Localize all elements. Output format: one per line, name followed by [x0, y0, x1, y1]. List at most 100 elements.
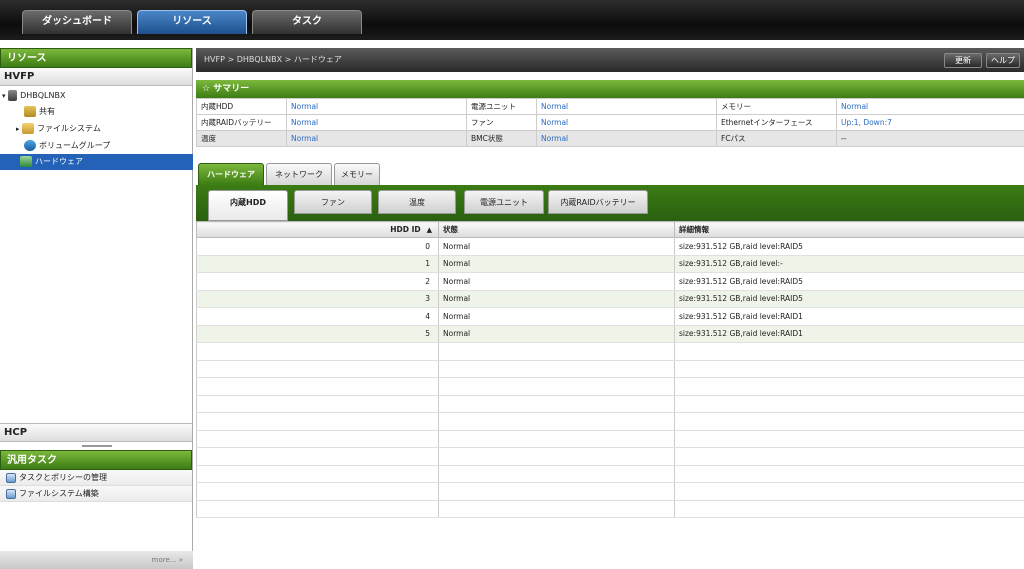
summary-key: メモリー: [716, 98, 837, 115]
tree-node-hardware[interactable]: ハードウェア: [0, 154, 193, 170]
sort-ascending-icon: ▲: [426, 226, 432, 234]
hardware-icon: [20, 156, 32, 167]
tab-network[interactable]: ネットワーク: [266, 163, 332, 185]
general-tasks-title: 汎用タスク: [0, 450, 192, 470]
collapse-arrow-icon[interactable]: ▾: [2, 92, 6, 100]
tree-node-server[interactable]: ▾ DHBQLNBX: [2, 88, 65, 104]
left-panel: リソース HVFP ▾ DHBQLNBX 共有 ▸ ファイルシステム ボリューム…: [0, 48, 193, 569]
hvfp-section-header[interactable]: HVFP: [0, 68, 192, 86]
summary-key: FCパス: [716, 130, 837, 147]
more-link[interactable]: more... »: [0, 551, 193, 569]
hardware-subtabs: 内蔵HDD ファン 温度 電源ユニット 内蔵RAIDバッテリー: [196, 185, 1024, 221]
details-cell: size:931.512 GB,raid level:-: [674, 255, 1024, 273]
details-cell: size:931.512 GB,raid level:RAID1: [674, 307, 1024, 326]
general-tasks-list: タスクとポリシーの管理 ファイルシステム構築: [0, 470, 192, 558]
empty-row: [196, 465, 1024, 483]
tree-node-share-label: 共有: [39, 107, 55, 116]
details-cell: size:931.512 GB,raid level:RAID5: [674, 272, 1024, 291]
status-cell: Normal: [438, 255, 675, 273]
empty-row: [196, 482, 1024, 501]
share-folder-icon: [24, 106, 36, 117]
breadcrumb-bar: HVFP > DHBQLNBX > ハードウェア 更新 ヘルプ: [196, 48, 1024, 72]
hdd-id-cell: 2: [196, 272, 439, 291]
table-row[interactable]: 4 Normal size:931.512 GB,raid level:RAID…: [196, 307, 1024, 326]
empty-row: [196, 360, 1024, 378]
hdd-table: HDD ID ▲ 状態 詳細情報 0 Normal size:931.512 GB…: [196, 221, 1024, 518]
subtab-fan[interactable]: ファン: [294, 190, 372, 214]
server-icon: [8, 90, 18, 101]
subtab-raid-battery[interactable]: 内蔵RAIDバッテリー: [548, 190, 648, 214]
summary-value[interactable]: Normal: [286, 98, 467, 115]
column-header-status[interactable]: 状態: [438, 221, 675, 238]
tab-tasks[interactable]: タスク: [252, 10, 362, 34]
details-cell: size:931.512 GB,raid level:RAID5: [674, 290, 1024, 308]
tree-node-server-label: DHBQLNBX: [20, 91, 66, 100]
status-cell: Normal: [438, 290, 675, 308]
update-button[interactable]: 更新: [944, 53, 982, 68]
tree-node-filesystem[interactable]: ▸ ファイルシステム: [16, 121, 101, 137]
resource-tree: ▾ DHBQLNBX 共有 ▸ ファイルシステム ボリュームグループ ハードウェ…: [0, 86, 193, 424]
task-item-policy-management[interactable]: タスクとポリシーの管理: [0, 470, 192, 486]
summary-value[interactable]: Normal: [286, 114, 467, 131]
table-row[interactable]: 1 Normal size:931.512 GB,raid level:-: [196, 255, 1024, 273]
task-item-create-filesystem[interactable]: ファイルシステム構築: [0, 486, 192, 502]
empty-row: [196, 430, 1024, 448]
summary-row: 内蔵RAIDバッテリー Normal ファン Normal Ethernetイン…: [196, 114, 1024, 131]
subtab-power-supply[interactable]: 電源ユニット: [464, 190, 544, 214]
status-cell: Normal: [438, 325, 675, 343]
hardware-tabs: ハードウェア ネットワーク メモリー: [196, 161, 1024, 185]
summary-value[interactable]: Normal: [286, 130, 467, 147]
breadcrumb[interactable]: HVFP > DHBQLNBX > ハードウェア: [204, 55, 342, 64]
task-label: タスクとポリシーの管理: [19, 473, 107, 482]
summary-row: 内蔵HDD Normal 電源ユニット Normal メモリー Normal: [196, 98, 1024, 115]
summary-row: 温度 Normal BMC状態 Normal FCパス --: [196, 130, 1024, 147]
tab-hardware[interactable]: ハードウェア: [198, 163, 264, 185]
tab-dashboard[interactable]: ダッシュボード: [22, 10, 132, 34]
task-icon: [6, 472, 16, 483]
empty-row: [196, 342, 1024, 361]
table-row[interactable]: 3 Normal size:931.512 GB,raid level:RAID…: [196, 290, 1024, 308]
summary-key: 内蔵HDD: [196, 98, 287, 115]
tab-resources[interactable]: リソース: [137, 10, 247, 34]
column-header-hdd-id[interactable]: HDD ID ▲: [196, 221, 439, 238]
hdd-id-cell: 0: [196, 237, 439, 256]
summary-value[interactable]: Normal: [536, 130, 717, 147]
summary-value[interactable]: Normal: [536, 98, 717, 115]
tree-node-share[interactable]: 共有: [24, 104, 55, 120]
status-cell: Normal: [438, 307, 675, 326]
column-header-details[interactable]: 詳細情報: [674, 221, 1024, 238]
subtab-temperature[interactable]: 温度: [378, 190, 456, 214]
column-header-label: HDD ID: [390, 225, 421, 234]
empty-row: [196, 395, 1024, 413]
volume-group-icon: [24, 140, 36, 151]
table-row[interactable]: 0 Normal size:931.512 GB,raid level:RAID…: [196, 237, 1024, 256]
tree-node-volume-group[interactable]: ボリュームグループ: [24, 138, 110, 154]
empty-row: [196, 500, 1024, 518]
summary-header[interactable]: ☆ サマリー: [196, 80, 1024, 98]
expand-arrow-icon[interactable]: ▸: [16, 125, 20, 133]
summary-key: ファン: [466, 114, 537, 131]
panel-splitter[interactable]: [0, 442, 192, 450]
tree-node-volume-group-label: ボリュームグループ: [39, 141, 111, 150]
empty-row: [196, 412, 1024, 431]
hcp-section-header[interactable]: HCP: [0, 424, 192, 442]
tree-node-filesystem-label: ファイルシステム: [37, 124, 101, 133]
summary-key: BMC状態: [466, 130, 537, 147]
status-cell: Normal: [438, 272, 675, 291]
table-header-row: HDD ID ▲ 状態 詳細情報: [196, 221, 1024, 238]
hdd-id-cell: 4: [196, 307, 439, 326]
task-label: ファイルシステム構築: [19, 489, 99, 498]
help-button[interactable]: ヘルプ: [986, 53, 1020, 68]
table-row[interactable]: 5 Normal size:931.512 GB,raid level:RAID…: [196, 325, 1024, 343]
empty-row: [196, 447, 1024, 466]
summary-value[interactable]: Normal: [536, 114, 717, 131]
summary-key: Ethernetインターフェース: [716, 114, 837, 131]
empty-row: [196, 377, 1024, 396]
hdd-id-cell: 5: [196, 325, 439, 343]
subtab-internal-hdd[interactable]: 内蔵HDD: [208, 190, 288, 221]
summary-value[interactable]: Normal: [836, 98, 1024, 115]
tab-memory[interactable]: メモリー: [334, 163, 380, 185]
table-row[interactable]: 2 Normal size:931.512 GB,raid level:RAID…: [196, 272, 1024, 291]
hdd-id-cell: 1: [196, 255, 439, 273]
summary-value[interactable]: Up:1, Down:7: [836, 114, 1024, 131]
